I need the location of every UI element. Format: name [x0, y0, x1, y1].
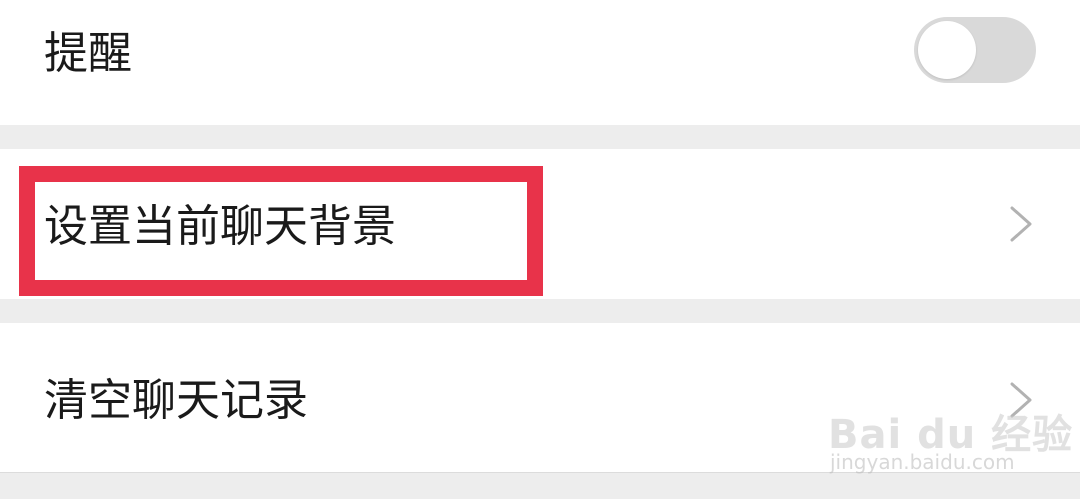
chevron-right-icon [1010, 382, 1032, 418]
toggle-knob [918, 21, 976, 79]
clear-chat-history-label: 清空聊天记录 [44, 375, 308, 426]
chat-settings-page: 提醒 设置当前聊天背景 清空聊天记录 Bai du 经验 jingyan.bai… [0, 0, 1080, 499]
clear-chat-history-row[interactable]: 清空聊天记录 [0, 323, 1080, 473]
set-chat-background-label: 设置当前聊天背景 [44, 201, 396, 252]
set-chat-background-row[interactable]: 设置当前聊天背景 [0, 149, 1080, 299]
reminder-setting-row: 提醒 [0, 0, 1080, 125]
chevron-right-icon [1010, 206, 1032, 242]
reminder-toggle[interactable] [914, 17, 1036, 83]
reminder-label: 提醒 [44, 28, 132, 79]
